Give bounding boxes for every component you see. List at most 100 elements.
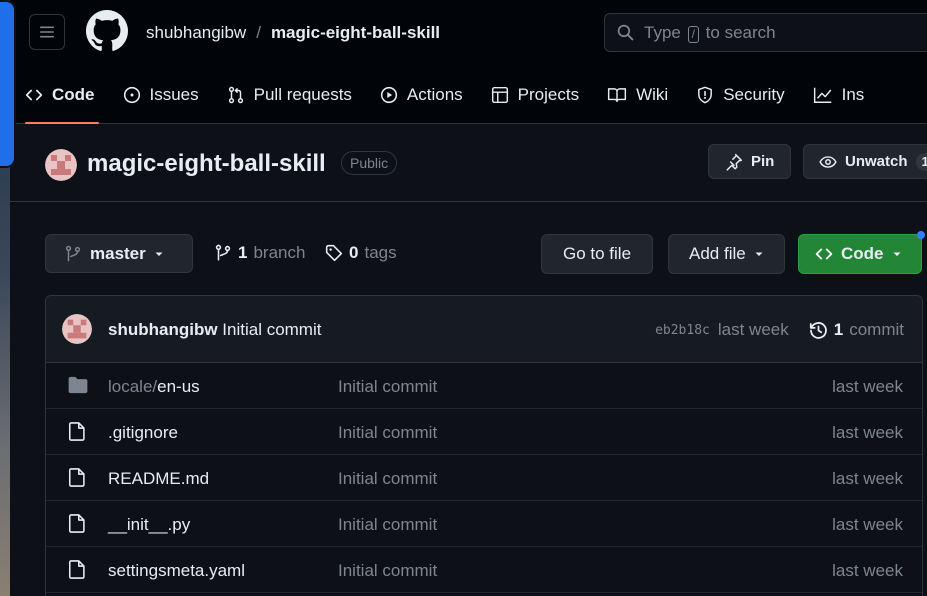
commit-author[interactable]: shubhangibw: [108, 320, 218, 339]
file-name[interactable]: __init__.py: [108, 515, 190, 535]
pull-request-icon: [228, 86, 243, 103]
file-commit-message[interactable]: Initial commit: [338, 561, 437, 581]
caret-down-icon: [755, 252, 763, 256]
code-icon: [25, 89, 43, 100]
file-row-locale[interactable]: locale/en-us Initial commit last week: [46, 363, 922, 409]
search-input[interactable]: Type / to search: [604, 13, 927, 52]
pin-label: Pin: [751, 153, 775, 170]
branch-name: master: [90, 243, 146, 263]
file-icon: [68, 422, 85, 441]
commit-summary: shubhangibw Initial commit: [108, 320, 321, 340]
tab-label: Wiki: [636, 84, 669, 104]
table-icon: [491, 86, 508, 103]
unwatch-label: Unwatch: [845, 153, 908, 170]
branch-icon: [65, 245, 81, 261]
branch-icon: [215, 244, 231, 261]
unwatch-button[interactable]: Unwatch 1: [803, 144, 927, 179]
global-header: shubhangibw / magic-eight-ball-skill Typ…: [10, 0, 927, 124]
branch-count: 1: [238, 243, 248, 262]
file-commit-date: last week: [832, 377, 903, 396]
file-commit-date: last week: [832, 469, 903, 488]
file-list: shubhangibw Initial commit eb2b18c last …: [45, 295, 923, 596]
commit-meta: eb2b18c last week 1 commit: [655, 320, 904, 340]
search-shortcut-key: /: [687, 25, 699, 43]
watch-count: 1: [915, 152, 927, 171]
file-commit-message[interactable]: Initial commit: [338, 377, 437, 397]
tags-link[interactable]: 0 tags: [325, 243, 397, 263]
tab-label: Ins: [841, 84, 865, 104]
go-to-file-button[interactable]: Go to file: [541, 234, 654, 274]
file-name[interactable]: README.md: [108, 469, 209, 489]
issue-icon: [123, 86, 140, 103]
tab-label: Actions: [406, 84, 463, 104]
commit-message[interactable]: Initial commit: [222, 320, 321, 339]
code-icon: [815, 248, 833, 260]
file-toolbar: master 1 branch 0 tags Go to file Add fi…: [10, 202, 927, 292]
caret-down-icon: [155, 252, 163, 256]
eye-icon: [819, 155, 837, 168]
tab-label: Issues: [149, 84, 199, 104]
tab-pull-requests[interactable]: Pull requests: [213, 72, 366, 117]
file-commit-date: last week: [832, 561, 903, 580]
tab-wiki[interactable]: Wiki: [593, 72, 682, 117]
file-commit-date: last week: [832, 515, 903, 534]
latest-commit-row: shubhangibw Initial commit eb2b18c last …: [46, 296, 922, 363]
branch-selector[interactable]: master: [45, 234, 193, 273]
tab-insights[interactable]: Ins: [799, 72, 879, 117]
tag-count: 0: [349, 243, 359, 262]
file-commit-message[interactable]: Initial commit: [338, 515, 437, 535]
folder-icon: [68, 376, 88, 394]
file-row-readme[interactable]: README.md Initial commit last week: [46, 455, 922, 501]
file-commit-message[interactable]: Initial commit: [338, 423, 437, 443]
file-name[interactable]: locale/en-us: [108, 377, 200, 397]
tab-label: Projects: [517, 84, 580, 104]
breadcrumb-owner[interactable]: shubhangibw: [146, 23, 246, 43]
search-prefix: Type: [644, 22, 681, 42]
code-dropdown-button[interactable]: Code: [798, 234, 922, 274]
side-panel-tab[interactable]: [0, 0, 16, 168]
add-file-button[interactable]: Add file: [668, 234, 785, 274]
file-row-gitignore[interactable]: .gitignore Initial commit last week: [46, 409, 922, 455]
commit-word: commit: [849, 320, 904, 339]
book-icon: [608, 87, 627, 102]
branches-link[interactable]: 1 branch: [214, 243, 305, 263]
tab-code[interactable]: Code: [10, 72, 109, 124]
search-icon: [617, 24, 634, 41]
commits-history-link[interactable]: 1 commit: [809, 320, 904, 340]
file-name[interactable]: settingsmeta.yaml: [108, 561, 245, 581]
tab-actions[interactable]: Actions: [366, 72, 477, 117]
shield-icon: [698, 86, 713, 103]
file-commit-message[interactable]: Initial commit: [338, 469, 437, 489]
file-path-name: en-us: [157, 377, 200, 396]
tab-security[interactable]: Security: [682, 72, 798, 117]
repo-name[interactable]: magic-eight-ball-skill: [87, 150, 326, 178]
commit-sha[interactable]: eb2b18c: [655, 323, 710, 338]
tag-word: tags: [364, 243, 397, 262]
breadcrumb-separator: /: [256, 23, 261, 42]
tag-icon: [325, 244, 343, 262]
hamburger-icon: [40, 26, 54, 38]
commit-count: 1: [833, 320, 844, 339]
author-avatar[interactable]: [62, 314, 92, 344]
pin-button[interactable]: Pin: [708, 144, 792, 179]
breadcrumb-repo[interactable]: magic-eight-ball-skill: [271, 23, 440, 43]
history-icon: [809, 321, 827, 339]
tab-issues[interactable]: Issues: [109, 72, 213, 117]
menu-button[interactable]: [29, 14, 65, 50]
code-label: Code: [841, 244, 884, 263]
browser-page: shubhangibw / magic-eight-ball-skill Typ…: [10, 0, 927, 596]
add-file-label: Add file: [689, 244, 746, 263]
caret-down-icon: [893, 252, 900, 256]
file-commit-date: last week: [832, 423, 903, 442]
file-row-init[interactable]: __init__.py Initial commit last week: [46, 501, 922, 547]
tab-projects[interactable]: Projects: [477, 72, 593, 117]
owner-avatar[interactable]: [45, 149, 77, 181]
visibility-badge: Public: [341, 151, 398, 175]
github-logo-icon[interactable]: [86, 10, 128, 52]
file-icon: [68, 560, 85, 579]
file-row-settingsmeta[interactable]: settingsmeta.yaml Initial commit last we…: [46, 547, 922, 593]
file-name[interactable]: .gitignore: [108, 423, 178, 443]
play-icon: [380, 86, 398, 103]
graph-icon: [813, 87, 831, 103]
pin-icon: [726, 153, 743, 171]
